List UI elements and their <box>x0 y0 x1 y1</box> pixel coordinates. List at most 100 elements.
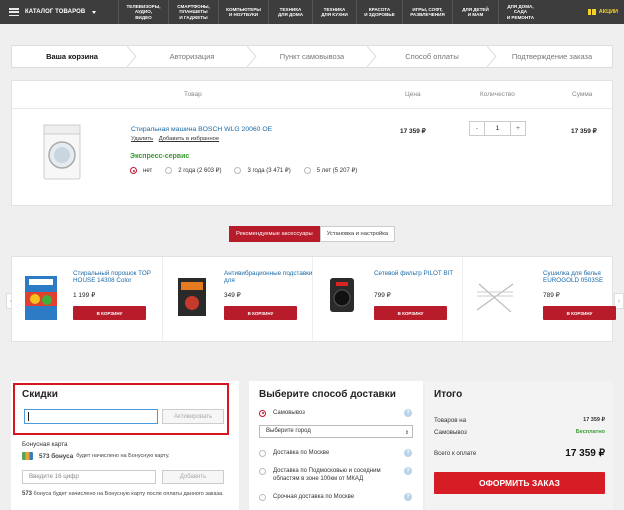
step-auth: Авторизация <box>132 46 257 67</box>
city-select-value: Выберите город <box>266 428 311 434</box>
nav-tv-audio[interactable]: ТЕЛЕВИЗОРЫ, АУДИО, ВИДЕО <box>118 0 168 24</box>
catalog-menu-button[interactable]: КАТАЛОГ ТОВАРОВ <box>0 0 118 24</box>
checkout-steps: Ваша корзина Авторизация Пункт самовывоз… <box>11 45 613 68</box>
header-product: Товар <box>184 91 202 98</box>
step-cart: Ваша корзина <box>12 46 137 67</box>
delivery-panel <box>249 381 423 510</box>
checkout-button[interactable]: ОФОРМИТЬ ЗАКАЗ <box>434 472 605 494</box>
delivery-option-urgent[interactable]: Срочная доставка по Москве <box>259 493 414 501</box>
step-label: Авторизация <box>169 52 215 61</box>
help-icon[interactable]: ? <box>404 493 412 501</box>
remove-link[interactable]: Удалить <box>131 136 153 142</box>
accessory-price: 1 199 ₽ <box>73 292 96 299</box>
delivery-option-pickup[interactable]: Самовывоз <box>259 409 414 417</box>
add-to-cart-button[interactable]: В КОРЗИНУ <box>224 306 297 320</box>
warranty-option-2y[interactable]: 2 года (2 603 ₽) <box>165 167 221 174</box>
nav-kitchen-appliances[interactable]: ТЕХНИКА ДЛЯ КУХНИ <box>312 0 356 24</box>
radio[interactable] <box>303 167 311 174</box>
qty-decrease-button[interactable]: - <box>470 125 484 132</box>
help-icon[interactable]: ? <box>404 409 412 417</box>
warranty-options: нет 2 года (2 603 ₽) 3 года (3 471 ₽) 5 … <box>130 167 370 174</box>
nav-games-software[interactable]: ИГРЫ, СОФТ, РАЗВЛЕЧЕНИЯ <box>402 0 452 24</box>
help-icon[interactable]: ? <box>404 449 412 457</box>
express-service-title: Экспресс-сервис <box>130 153 190 160</box>
warranty-option-none[interactable]: нет <box>130 167 152 174</box>
warranty-option-3y[interactable]: 3 года (3 471 ₽) <box>234 167 291 174</box>
delivery-label: Доставка по Москве <box>273 450 330 456</box>
anti-vibration-pads-image[interactable] <box>172 270 212 325</box>
header-sum: Сумма <box>572 91 593 98</box>
activate-button[interactable]: Активировать <box>162 409 224 424</box>
nav-home-garden[interactable]: ДЛЯ ДОМА, САДА И РЕМОНТА <box>498 0 542 24</box>
summary-pickup-row: Самовывоз Бесплатно <box>434 429 605 436</box>
gift-icon <box>587 9 596 15</box>
radio[interactable] <box>234 167 242 174</box>
accessory-card: Антивибрационные подставки для 349 ₽ В К… <box>163 257 313 341</box>
product-actions: Удалить Добавить в избранное <box>131 136 223 142</box>
add-to-cart-button[interactable]: В КОРЗИНУ <box>374 306 447 320</box>
total-label: Всего к оплате <box>434 450 477 457</box>
tab-recommended-accessories[interactable]: Рекомендуемые аксессуары <box>229 226 320 242</box>
accessory-tabs: Рекомендуемые аксессуары Установка и нас… <box>229 226 396 242</box>
product-name-link[interactable]: Стиральная машина BOSCH WLG 20060 OE <box>131 126 272 133</box>
accessory-name-link[interactable]: Сетевой фильтр PILOT BIT <box>374 270 464 277</box>
accessory-name-link[interactable]: Сушилка для белья EUROGOLD 0503SE <box>543 270 624 284</box>
delivery-label: Самовывоз <box>273 410 305 416</box>
add-to-favorites-link[interactable]: Добавить в избранное <box>159 136 219 142</box>
delivery-title: Выберите способ доставки <box>259 389 396 400</box>
accessory-name-link[interactable]: Антивибрационные подставки для <box>224 270 314 284</box>
warranty-label: нет <box>143 167 153 174</box>
help-icon[interactable]: ? <box>404 467 412 475</box>
add-to-cart-button[interactable]: В КОРЗИНУ <box>543 306 616 320</box>
surge-protector-image[interactable] <box>322 270 362 325</box>
accessory-price: 789 ₽ <box>543 292 560 299</box>
radio[interactable] <box>165 167 173 174</box>
delivery-option-region[interactable]: Доставка по Подмосковью и соседним облас… <box>259 467 404 483</box>
warranty-label: 3 года (3 471 ₽) <box>247 168 291 174</box>
step-pickup-point: Пункт самовывоза <box>252 46 377 67</box>
promo-code-input[interactable] <box>24 409 158 424</box>
city-select[interactable]: Выберите город ⇕ <box>259 425 413 438</box>
menu-icon <box>9 8 19 16</box>
accessory-card: Сушилка для белья EUROGOLD 0503SE 789 ₽ … <box>463 257 616 341</box>
step-separator <box>247 46 257 67</box>
bonus-card-input[interactable]: Введите 16 цифр <box>22 470 156 484</box>
nav-beauty-health[interactable]: КРАСОТА И ЗДОРОВЬЕ <box>356 0 402 24</box>
accessory-name-link[interactable]: Стиральный порошок TOP HOUSE 14308 Color <box>73 270 163 284</box>
nav-home-appliances[interactable]: ТЕХНИКА ДЛЯ ДОМА <box>268 0 312 24</box>
accessory-card: Стиральный порошок TOP HOUSE 14308 Color… <box>12 257 163 341</box>
summary-goods-row: Товаров на 17 359 ₽ <box>434 417 605 424</box>
bonus-card-icon <box>22 452 33 460</box>
radio[interactable] <box>259 449 266 457</box>
summary-title: Итого <box>434 389 463 400</box>
nav-kids[interactable]: ДЛЯ ДЕТЕЙ И МАМ <box>452 0 498 24</box>
radio-selected[interactable] <box>259 409 266 417</box>
summary-total-row: Всего к оплате 17 359 ₽ <box>434 448 605 459</box>
accessories-carousel: Стиральный порошок TOP HOUSE 14308 Color… <box>11 256 616 342</box>
nav-smartphones[interactable]: СМАРТФОНЫ, ПЛАНШЕТЫ И ГАДЖЕТЫ <box>168 0 218 24</box>
qty-increase-button[interactable]: + <box>511 125 525 132</box>
add-to-cart-button[interactable]: В КОРЗИНУ <box>73 306 146 320</box>
radio[interactable] <box>259 493 266 501</box>
washing-machine-image[interactable] <box>38 123 86 181</box>
detergent-image[interactable] <box>21 270 61 325</box>
tab-installation[interactable]: Установка и настройка <box>319 226 396 242</box>
delivery-option-moscow[interactable]: Доставка по Москве <box>259 449 414 457</box>
goods-label: Товаров на <box>434 417 467 424</box>
delivery-label: Срочная доставка по Москве <box>273 494 355 500</box>
chevron-down-icon <box>92 10 97 14</box>
note-text: бонуса будет начислено на Бонусную карту… <box>33 491 224 497</box>
delivery-label: Доставка по Подмосковью и соседним облас… <box>273 468 381 482</box>
warranty-option-5y[interactable]: 5 лет (5 207 ₽) <box>303 167 357 174</box>
radio[interactable] <box>259 467 266 475</box>
item-sum: 17 359 ₽ <box>571 128 597 135</box>
add-card-button[interactable]: Добавить <box>162 470 224 484</box>
nav-computers[interactable]: КОМПЬЮТЕРЫ И НОУТБУКИ <box>218 0 268 24</box>
qty-input[interactable]: 1 <box>484 122 511 135</box>
promo-link[interactable]: АКЦИИ <box>582 0 624 24</box>
accessory-card: Сетевой фильтр PILOT BIT 799 ₽ В КОРЗИНУ <box>313 257 463 341</box>
bonus-text: будет начислено на Бонусную карту. <box>76 453 170 459</box>
step-label: Ваша корзина <box>46 52 98 61</box>
clothes-dryer-image[interactable] <box>469 270 521 325</box>
radio-selected[interactable] <box>130 167 137 174</box>
